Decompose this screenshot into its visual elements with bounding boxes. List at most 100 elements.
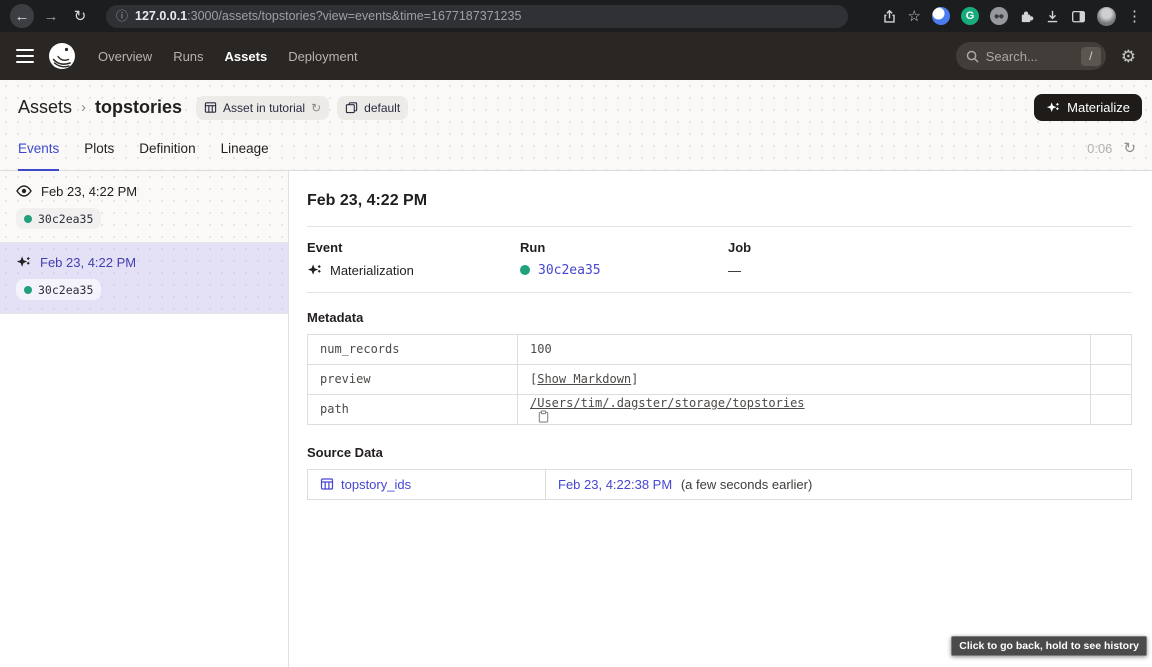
copy-to-clipboard-icon[interactable]	[537, 410, 550, 423]
tab-lineage[interactable]: Lineage	[221, 125, 269, 171]
search-shortcut-badge: /	[1081, 47, 1101, 66]
layers-icon	[345, 101, 358, 114]
site-info-icon[interactable]: ⓘ	[116, 10, 128, 22]
browser-back-button[interactable]: ←	[10, 4, 34, 28]
refresh-countdown: 0:06	[1087, 141, 1112, 156]
table-grid-icon	[320, 477, 334, 491]
metadata-extra-cell	[1091, 394, 1132, 424]
badge-group-default[interactable]: default	[337, 96, 408, 120]
nav-item-runs[interactable]: Runs	[173, 49, 203, 64]
asset-tabs: Events Plots Definition Lineage 0:06 ↻	[0, 125, 1152, 171]
source-timestamp-note: (a few seconds earlier)	[681, 477, 813, 492]
browser-toolbar-right: ☆ G ⋮	[882, 7, 1142, 26]
table-row: num_records 100	[308, 334, 1132, 364]
table-grid-icon	[204, 101, 217, 114]
metadata-key: preview	[308, 364, 518, 394]
global-search-input[interactable]: Search... /	[956, 42, 1106, 70]
refresh-icon[interactable]: ↻	[1123, 141, 1136, 156]
nav-item-deployment[interactable]: Deployment	[288, 49, 357, 64]
metadata-extra-cell	[1091, 364, 1132, 394]
address-bar[interactable]: ⓘ 127.0.0.1:3000/assets/topstories?view=…	[106, 5, 848, 28]
metadata-value: [Show Markdown]	[518, 364, 1091, 394]
settings-gear-icon[interactable]: ⚙	[1121, 48, 1136, 65]
badge-asset-in-tutorial[interactable]: Asset in tutorial ↻	[196, 96, 329, 120]
url-text: 127.0.0.1:3000/assets/topstories?view=ev…	[135, 9, 521, 23]
browser-toolbar: ← → ↻ ⓘ 127.0.0.1:3000/assets/topstories…	[0, 0, 1152, 32]
badge-refresh-icon[interactable]: ↻	[311, 102, 321, 114]
table-row: preview [Show Markdown]	[308, 364, 1132, 394]
source-timestamp-link[interactable]: Feb 23, 4:22:38 PM	[558, 477, 672, 492]
browser-reload-button[interactable]: ↻	[68, 4, 92, 28]
asset-page-header: Assets › topstories Asset in tutorial ↻ …	[0, 80, 1152, 171]
search-placeholder: Search...	[986, 49, 1074, 64]
side-panel-icon[interactable]	[1071, 9, 1086, 24]
grammarly-extension-icon[interactable]: G	[961, 7, 979, 25]
run-status-dot	[24, 215, 32, 223]
source-asset-name: topstory_ids	[341, 477, 411, 492]
table-row: topstory_ids Feb 23, 4:22:38 PM (a few s…	[308, 469, 1132, 499]
run-id-pill[interactable]: 30c2ea35	[16, 208, 101, 229]
browser-menu-icon[interactable]: ⋮	[1127, 7, 1142, 25]
source-data-table: topstory_ids Feb 23, 4:22:38 PM (a few s…	[307, 469, 1132, 500]
event-list-item-observation[interactable]: Feb 23, 4:22 PM 30c2ea35	[0, 171, 288, 243]
run-status-dot	[24, 286, 32, 294]
dagster-app-header: Overview Runs Assets Deployment Search..…	[0, 32, 1152, 80]
event-timestamp: Feb 23, 4:22 PM	[40, 255, 136, 270]
extension-icon-blue[interactable]	[932, 7, 950, 25]
search-icon	[966, 50, 979, 63]
breadcrumb-separator: ›	[81, 99, 86, 116]
tab-definition[interactable]: Definition	[139, 125, 195, 171]
breadcrumb-assets-link[interactable]: Assets	[18, 97, 72, 118]
badge-label: Asset in tutorial	[223, 101, 305, 115]
metadata-heading: Metadata	[307, 310, 1132, 325]
eye-icon	[16, 183, 32, 199]
badge-label: default	[364, 101, 400, 115]
extensions-puzzle-icon[interactable]	[1019, 9, 1034, 24]
event-list-item-materialization[interactable]: Feb 23, 4:22 PM 30c2ea35	[0, 243, 288, 314]
bookmark-star-icon[interactable]: ☆	[908, 7, 921, 25]
tab-events[interactable]: Events	[18, 125, 59, 171]
materialization-sparkle-icon	[1046, 101, 1060, 115]
goggles-extension-icon[interactable]	[990, 7, 1008, 25]
divider	[307, 226, 1132, 227]
metadata-table: num_records 100 preview [Show Markdown] …	[307, 334, 1132, 425]
job-value: —	[728, 263, 741, 278]
breadcrumb-current-asset: topstories	[95, 97, 182, 118]
events-sidebar: Feb 23, 4:22 PM 30c2ea35 Feb 23, 4:22 PM…	[0, 171, 289, 667]
hamburger-menu-icon[interactable]	[16, 49, 34, 64]
dagster-logo[interactable]	[48, 42, 76, 70]
nav-item-overview[interactable]: Overview	[98, 49, 152, 64]
materialization-sparkle-icon	[16, 255, 31, 270]
event-column-label: Event	[307, 240, 520, 255]
run-id-link[interactable]: 30c2ea35	[538, 263, 601, 278]
metadata-value: /Users/tim/.dagster/storage/topstories	[518, 394, 1091, 424]
event-type-value: Materialization	[330, 263, 414, 278]
content-area: Feb 23, 4:22 PM 30c2ea35 Feb 23, 4:22 PM…	[0, 171, 1152, 667]
back-button-tooltip: Click to go back, hold to see history	[951, 636, 1147, 656]
path-link[interactable]: /Users/tim/.dagster/storage/topstories	[530, 396, 805, 410]
run-id-label: 30c2ea35	[38, 212, 93, 226]
tab-plots[interactable]: Plots	[84, 125, 114, 171]
browser-forward-button[interactable]: →	[39, 4, 63, 28]
refresh-timer: 0:06 ↻	[1087, 141, 1136, 156]
divider	[307, 292, 1132, 293]
show-markdown-link[interactable]: Show Markdown	[537, 372, 631, 386]
materialize-button[interactable]: Materialize	[1034, 94, 1142, 121]
run-status-dot	[520, 265, 530, 275]
nav-item-assets[interactable]: Assets	[225, 49, 268, 64]
metadata-key: num_records	[308, 334, 518, 364]
materialize-label: Materialize	[1067, 100, 1130, 115]
source-data-heading: Source Data	[307, 445, 1132, 460]
event-detail-pane: Feb 23, 4:22 PM Event Materialization Ru…	[289, 171, 1152, 667]
metadata-key: path	[308, 394, 518, 424]
materialization-sparkle-icon	[307, 263, 322, 278]
run-id-label: 30c2ea35	[38, 283, 93, 297]
run-column-label: Run	[520, 240, 728, 255]
url-path: :3000/assets/topstories?view=events&time…	[187, 9, 521, 23]
source-asset-link[interactable]: topstory_ids	[320, 477, 533, 492]
downloads-icon[interactable]	[1045, 9, 1060, 24]
browser-profile-avatar[interactable]	[1097, 7, 1116, 26]
run-id-pill[interactable]: 30c2ea35	[16, 279, 101, 300]
breadcrumb: Assets › topstories Asset in tutorial ↻ …	[0, 80, 1152, 125]
share-icon[interactable]	[882, 9, 897, 24]
